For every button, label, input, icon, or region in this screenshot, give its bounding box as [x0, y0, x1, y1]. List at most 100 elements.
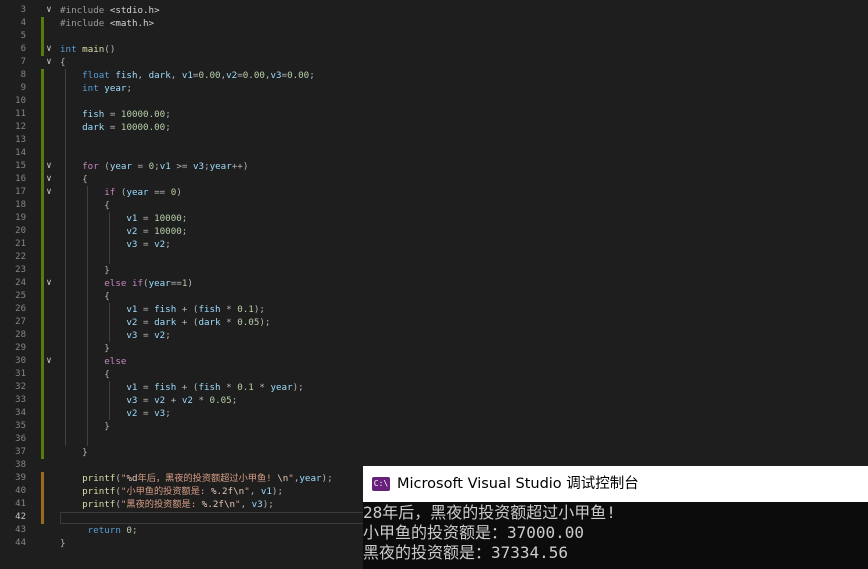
line-number[interactable]: 29: [0, 342, 26, 355]
line-number[interactable]: 37: [0, 446, 26, 459]
line-number[interactable]: 6: [0, 43, 26, 56]
code-line[interactable]: 11 fish = 10000.00;: [0, 108, 868, 121]
console-titlebar[interactable]: C:\ Microsoft Visual Studio 调试控制台: [363, 466, 868, 502]
code-line[interactable]: 4 #include <math.h>: [0, 17, 868, 30]
line-number[interactable]: 39: [0, 472, 26, 485]
code-line[interactable]: 34 v2 = v3;: [0, 407, 868, 420]
code-text[interactable]: {: [60, 56, 66, 69]
code-text[interactable]: v1 = fish + (fish * 0.1 * year);: [60, 381, 303, 394]
code-text[interactable]: printf("%d年后，黑夜的投资额超过小甲鱼! \n",year);: [60, 472, 332, 485]
code-line[interactable]: 16 ∨ {: [0, 173, 868, 186]
code-text[interactable]: {: [60, 199, 110, 212]
line-number[interactable]: 4: [0, 17, 26, 30]
line-number[interactable]: 31: [0, 368, 26, 381]
line-number[interactable]: 35: [0, 420, 26, 433]
code-line[interactable]: 10: [0, 95, 868, 108]
code-text[interactable]: for (year = 0;v1 >= v3;year++): [60, 160, 248, 173]
line-number[interactable]: 11: [0, 108, 26, 121]
code-line[interactable]: 13: [0, 134, 868, 147]
fold-chevron-icon[interactable]: ∨: [44, 186, 54, 199]
code-text[interactable]: }: [60, 537, 66, 550]
line-number[interactable]: 15: [0, 160, 26, 173]
line-number[interactable]: 38: [0, 459, 26, 472]
code-line[interactable]: 6 ∨ int main(): [0, 43, 868, 56]
code-line[interactable]: 14: [0, 147, 868, 160]
line-number[interactable]: 17: [0, 186, 26, 199]
line-number[interactable]: 10: [0, 95, 26, 108]
code-line[interactable]: 24 ∨ else if(year==1): [0, 277, 868, 290]
code-line[interactable]: 8 float fish, dark, v1=0.00,v2=0.00,v3=0…: [0, 69, 868, 82]
line-number[interactable]: 23: [0, 264, 26, 277]
line-number[interactable]: 5: [0, 30, 26, 43]
line-number[interactable]: 28: [0, 329, 26, 342]
line-number[interactable]: 3: [0, 4, 26, 17]
fold-chevron-icon[interactable]: ∨: [44, 56, 54, 69]
code-line[interactable]: 27 v2 = dark + (dark * 0.05);: [0, 316, 868, 329]
code-text[interactable]: {: [60, 368, 110, 381]
code-line[interactable]: 18 {: [0, 199, 868, 212]
code-line[interactable]: 12 dark = 10000.00;: [0, 121, 868, 134]
fold-chevron-icon[interactable]: ∨: [44, 160, 54, 173]
code-text[interactable]: v2 = v3;: [60, 407, 170, 420]
line-number[interactable]: 36: [0, 433, 26, 446]
code-line[interactable]: 32 v1 = fish + (fish * 0.1 * year);: [0, 381, 868, 394]
code-text[interactable]: if (year == 0): [60, 186, 182, 199]
code-line[interactable]: 22: [0, 251, 868, 264]
code-text[interactable]: printf("黑夜的投资额是: %.2f\n", v3);: [60, 498, 274, 511]
code-line[interactable]: 29 }: [0, 342, 868, 355]
fold-chevron-icon[interactable]: ∨: [44, 4, 54, 17]
code-line[interactable]: 17 ∨ if (year == 0): [0, 186, 868, 199]
code-text[interactable]: }: [60, 264, 110, 277]
line-number[interactable]: 8: [0, 69, 26, 82]
line-number[interactable]: 7: [0, 56, 26, 69]
code-line[interactable]: 28 v3 = v2;: [0, 329, 868, 342]
line-number[interactable]: 19: [0, 212, 26, 225]
code-text[interactable]: {: [60, 290, 110, 303]
line-number[interactable]: 13: [0, 134, 26, 147]
code-text[interactable]: }: [60, 446, 88, 459]
line-number[interactable]: 9: [0, 82, 26, 95]
line-number[interactable]: 26: [0, 303, 26, 316]
line-number[interactable]: 42: [0, 511, 26, 524]
code-line[interactable]: 37 }: [0, 446, 868, 459]
code-line[interactable]: 31 {: [0, 368, 868, 381]
code-line[interactable]: 33 v3 = v2 + v2 * 0.05;: [0, 394, 868, 407]
fold-chevron-icon[interactable]: ∨: [44, 43, 54, 56]
fold-chevron-icon[interactable]: ∨: [44, 277, 54, 290]
line-number[interactable]: 14: [0, 147, 26, 160]
line-number[interactable]: 22: [0, 251, 26, 264]
code-line[interactable]: 25 {: [0, 290, 868, 303]
code-text[interactable]: }: [60, 420, 110, 433]
code-line[interactable]: 15 ∨ for (year = 0;v1 >= v3;year++): [0, 160, 868, 173]
line-number[interactable]: 44: [0, 537, 26, 550]
code-text[interactable]: printf("小甲鱼的投资额是: %.2f\n", v1);: [60, 485, 283, 498]
code-line[interactable]: 35 }: [0, 420, 868, 433]
code-text[interactable]: v2 = dark + (dark * 0.05);: [60, 316, 270, 329]
line-number[interactable]: 33: [0, 394, 26, 407]
code-text[interactable]: int year;: [60, 82, 132, 95]
code-line[interactable]: 26 v1 = fish + (fish * 0.1);: [0, 303, 868, 316]
code-text[interactable]: float fish, dark, v1=0.00,v2=0.00,v3=0.0…: [60, 69, 315, 82]
code-text[interactable]: #include <math.h>: [60, 17, 154, 30]
code-text[interactable]: }: [60, 342, 110, 355]
code-text[interactable]: fish = 10000.00;: [60, 108, 171, 121]
line-number[interactable]: 20: [0, 225, 26, 238]
code-line[interactable]: 20 v2 = 10000;: [0, 225, 868, 238]
code-line[interactable]: 19 v1 = 10000;: [0, 212, 868, 225]
line-number[interactable]: 18: [0, 199, 26, 212]
code-text[interactable]: else if(year==1): [60, 277, 193, 290]
code-text[interactable]: v1 = 10000;: [60, 212, 187, 225]
fold-chevron-icon[interactable]: ∨: [44, 355, 54, 368]
line-number[interactable]: 16: [0, 173, 26, 186]
fold-chevron-icon[interactable]: ∨: [44, 173, 54, 186]
code-text[interactable]: v3 = v2;: [60, 238, 170, 251]
line-number[interactable]: 41: [0, 498, 26, 511]
line-number[interactable]: 34: [0, 407, 26, 420]
line-number[interactable]: 21: [0, 238, 26, 251]
line-number[interactable]: 24: [0, 277, 26, 290]
code-text[interactable]: return 0;: [60, 524, 138, 537]
code-line[interactable]: 21 v3 = v2;: [0, 238, 868, 251]
code-text[interactable]: dark = 10000.00;: [60, 121, 171, 134]
code-line[interactable]: 5: [0, 30, 868, 43]
code-text[interactable]: v2 = 10000;: [60, 225, 187, 238]
